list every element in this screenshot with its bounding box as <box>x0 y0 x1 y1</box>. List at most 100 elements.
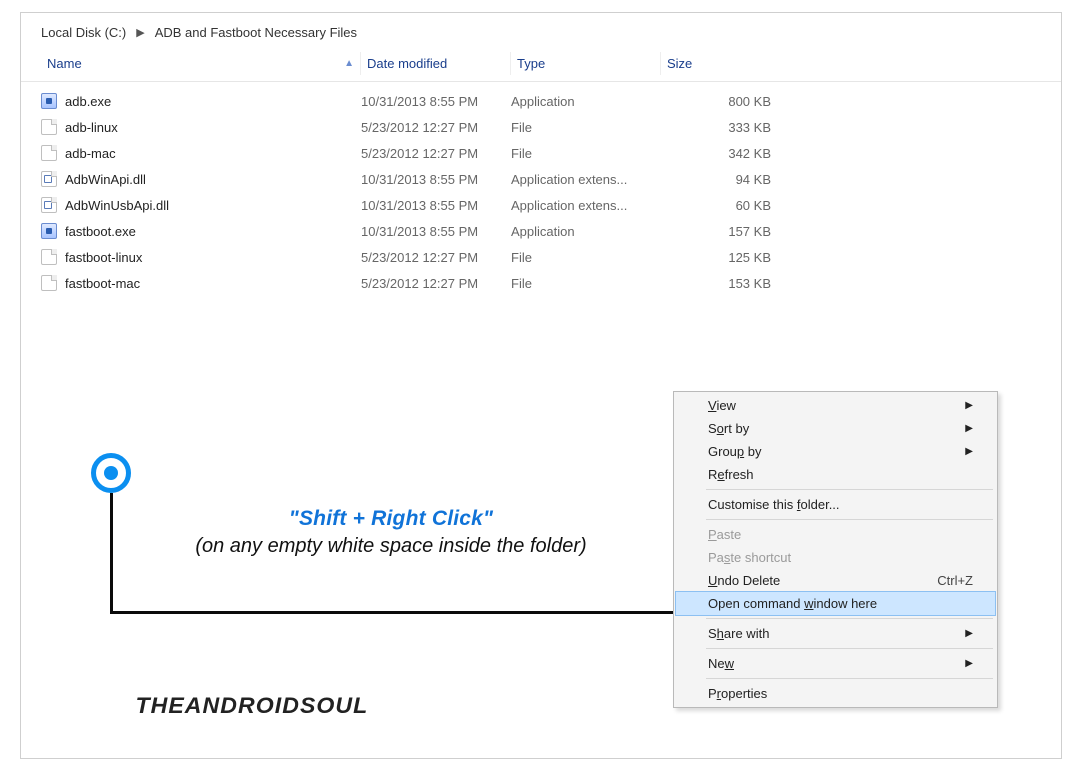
menu-item-sortby[interactable]: Sort by ▶ <box>676 417 995 440</box>
menu-separator <box>706 489 993 490</box>
file-name: adb-linux <box>65 120 118 135</box>
sort-ascending-icon: ▲ <box>344 58 354 69</box>
breadcrumb-part-folder[interactable]: ADB and Fastboot Necessary Files <box>155 25 357 40</box>
file-name: adb.exe <box>65 94 111 109</box>
file-date: 5/23/2012 12:27 PM <box>361 146 511 161</box>
file-type: File <box>511 120 661 135</box>
menu-item-undo[interactable]: Undo Delete Ctrl+Z <box>676 569 995 592</box>
file-name: AdbWinApi.dll <box>65 172 146 187</box>
exe-icon <box>41 93 57 109</box>
file-type: File <box>511 250 661 265</box>
file-icon <box>41 275 57 291</box>
menu-item-pasteshort: Paste shortcut <box>676 546 995 569</box>
file-type: Application extens... <box>511 172 661 187</box>
menu-item-label: Customise this folder... <box>708 497 840 512</box>
file-name-cell: adb-linux <box>41 119 361 135</box>
file-type: Application <box>511 94 661 109</box>
file-size: 342 KB <box>661 146 781 161</box>
file-size: 333 KB <box>661 120 781 135</box>
column-header-name[interactable]: Name ▲ <box>41 52 361 75</box>
file-name: fastboot-mac <box>65 276 140 291</box>
file-icon <box>41 249 57 265</box>
annotation: "Shift + Right Click" (on any empty whit… <box>141 507 641 558</box>
dll-icon <box>41 197 57 213</box>
breadcrumb-part-root[interactable]: Local Disk (C:) <box>41 25 126 40</box>
menu-item-sharewith[interactable]: Share with▶ <box>676 622 995 645</box>
column-header-type[interactable]: Type <box>511 52 661 75</box>
submenu-arrow-icon: ▶ <box>965 658 973 669</box>
file-size: 157 KB <box>661 224 781 239</box>
file-date: 10/31/2013 8:55 PM <box>361 198 511 213</box>
breadcrumb[interactable]: Local Disk (C:) ▶ ADB and Fastboot Neces… <box>21 13 1061 48</box>
leader-line <box>110 493 113 613</box>
context-menu: View▶Sort by▶Group by▶RefreshCustomise t… <box>673 391 998 708</box>
menu-item-label: Open command window here <box>708 596 877 611</box>
file-date: 10/31/2013 8:55 PM <box>361 172 511 187</box>
menu-item-customise[interactable]: Customise this folder... <box>676 493 995 516</box>
leader-line <box>110 611 674 614</box>
menu-separator <box>706 648 993 649</box>
menu-item-view[interactable]: View▶ <box>676 394 995 417</box>
file-name-cell: adb-mac <box>41 145 361 161</box>
menu-item-label: Refresh <box>708 467 754 482</box>
submenu-arrow-icon: ▶ <box>965 423 973 434</box>
annotation-subtitle: (on any empty white space inside the fol… <box>141 535 641 558</box>
menu-shortcut: Ctrl+Z <box>937 573 973 588</box>
menu-separator <box>706 519 993 520</box>
menu-item-label: New <box>708 656 734 671</box>
file-date: 10/31/2013 8:55 PM <box>361 224 511 239</box>
file-date: 5/23/2012 12:27 PM <box>361 250 511 265</box>
file-type: File <box>511 146 661 161</box>
column-header-size[interactable]: Size <box>661 52 781 75</box>
menu-item-new[interactable]: New ▶ <box>676 652 995 675</box>
menu-item-label: Sort by <box>708 421 749 436</box>
watermark: THEANDROIDSOUL <box>135 693 368 719</box>
menu-item-groupby[interactable]: Group by ▶ <box>676 440 995 463</box>
column-header-date[interactable]: Date modified <box>361 52 511 75</box>
file-date: 5/23/2012 12:27 PM <box>361 276 511 291</box>
dll-icon <box>41 171 57 187</box>
file-name-cell: fastboot-linux <box>41 249 361 265</box>
table-row[interactable]: AdbWinUsbApi.dll 10/31/2013 8:55 PMApplic… <box>41 192 1041 218</box>
file-size: 153 KB <box>661 276 781 291</box>
file-name-cell: AdbWinApi.dll <box>41 171 361 187</box>
table-row[interactable]: fastboot-mac 5/23/2012 12:27 PMFile153 KB <box>41 270 1041 296</box>
menu-item-label: Paste shortcut <box>708 550 791 565</box>
file-name-cell: fastboot.exe <box>41 223 361 239</box>
submenu-arrow-icon: ▶ <box>965 446 973 457</box>
file-name: fastboot.exe <box>65 224 136 239</box>
annotation-title: "Shift + Right Click" <box>141 507 641 531</box>
file-name-cell: AdbWinUsbApi.dll <box>41 197 361 213</box>
column-label: Date modified <box>367 56 447 71</box>
menu-item-label: Undo Delete <box>708 573 780 588</box>
menu-item-label: Paste <box>708 527 741 542</box>
menu-item-properties[interactable]: Properties <box>676 682 995 705</box>
file-type: File <box>511 276 661 291</box>
menu-item-label: Group by <box>708 444 761 459</box>
file-size: 800 KB <box>661 94 781 109</box>
file-type: Application extens... <box>511 198 661 213</box>
file-date: 10/31/2013 8:55 PM <box>361 94 511 109</box>
column-label: Size <box>667 56 692 71</box>
file-size: 94 KB <box>661 172 781 187</box>
table-row[interactable]: adb-mac5/23/2012 12:27 PMFile342 KB <box>41 140 1041 166</box>
file-list[interactable]: adb.exe10/31/2013 8:55 PMApplication800 … <box>21 82 1061 302</box>
explorer-window: Local Disk (C:) ▶ ADB and Fastboot Neces… <box>20 12 1062 759</box>
chevron-right-icon: ▶ <box>136 26 144 39</box>
menu-item-refresh[interactable]: Refresh <box>676 463 995 486</box>
table-row[interactable]: adb-linux5/23/2012 12:27 PMFile333 KB <box>41 114 1041 140</box>
column-label: Type <box>517 56 545 71</box>
click-marker-icon <box>91 453 131 493</box>
menu-item-label: View <box>708 398 736 413</box>
table-row[interactable]: fastboot-linux5/23/2012 12:27 PMFile125 … <box>41 244 1041 270</box>
column-label: Name <box>47 56 82 71</box>
table-row[interactable]: fastboot.exe10/31/2013 8:55 PMApplicatio… <box>41 218 1041 244</box>
menu-item-paste: Paste <box>676 523 995 546</box>
file-icon <box>41 119 57 135</box>
file-name: AdbWinUsbApi.dll <box>65 198 169 213</box>
table-row[interactable]: adb.exe 10/31/2013 8:55 PMApplication800 … <box>41 88 1041 114</box>
menu-separator <box>706 618 993 619</box>
menu-item-opencmd[interactable]: Open command window here <box>675 591 996 616</box>
file-size: 125 KB <box>661 250 781 265</box>
table-row[interactable]: AdbWinApi.dll 10/31/2013 8:55 PMApplicati… <box>41 166 1041 192</box>
